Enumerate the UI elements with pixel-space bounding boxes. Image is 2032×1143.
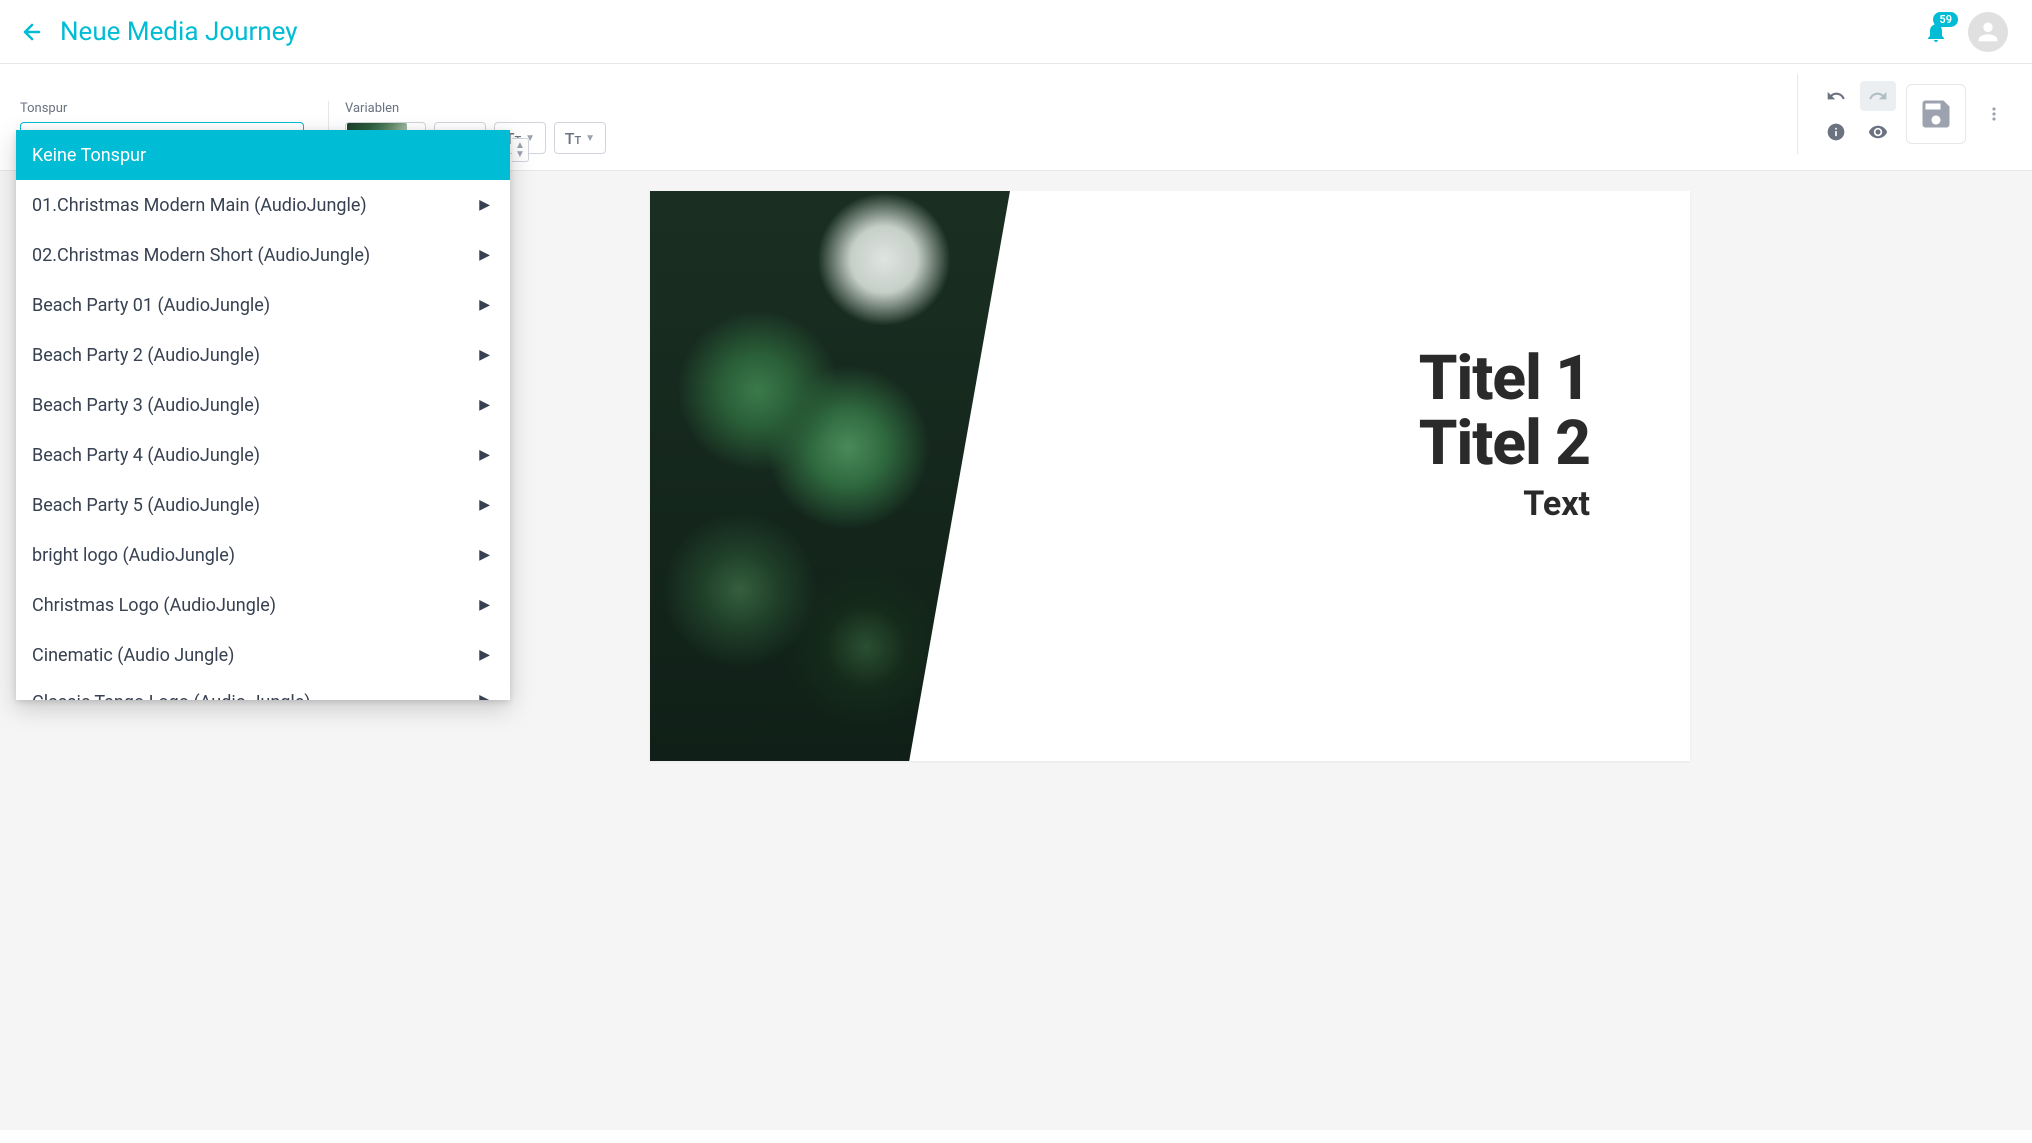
play-icon[interactable]: ▶ (479, 397, 490, 413)
undo-icon (1826, 86, 1846, 106)
arrow-left-icon (20, 20, 44, 44)
audio-track-label: Tonspur (20, 101, 304, 116)
play-icon[interactable]: ▶ (479, 297, 490, 313)
forest-image (650, 191, 1010, 761)
save-button[interactable] (1906, 84, 1966, 144)
play-icon[interactable]: ▶ (479, 647, 490, 663)
page-title: Neue Media Journey (60, 17, 298, 47)
info-button[interactable] (1818, 117, 1854, 147)
dropdown-item-label: bright logo (AudioJungle) (32, 545, 235, 566)
dropdown-item[interactable]: Beach Party 4 (AudioJungle) ▶ (16, 430, 510, 480)
play-icon[interactable]: ▶ (479, 692, 490, 700)
variables-label: Variablen (345, 101, 606, 116)
dropdown-item[interactable]: Christmas Logo (AudioJungle) ▶ (16, 580, 510, 630)
dropdown-item[interactable]: 02.Christmas Modern Short (AudioJungle) … (16, 230, 510, 280)
dropdown-item[interactable]: Classic Tango Logo (Audio Jungle) ▶ (16, 680, 510, 700)
notifications-button[interactable]: 59 (1924, 20, 1948, 44)
play-icon[interactable]: ▶ (479, 497, 490, 513)
undo-button[interactable] (1818, 81, 1854, 111)
dropdown-item-label: Beach Party 01 (AudioJungle) (32, 295, 270, 316)
dropdown-item-label: Classic Tango Logo (Audio Jungle) (32, 692, 311, 700)
redo-button (1860, 81, 1896, 111)
dropdown-item-label: Beach Party 5 (AudioJungle) (32, 495, 260, 516)
app-header: Neue Media Journey 59 (0, 0, 2032, 64)
save-icon (1918, 96, 1954, 132)
spinner-down-icon: ▼ (515, 150, 525, 159)
background-image-slot[interactable] (650, 191, 1010, 761)
user-avatar[interactable] (1968, 12, 2008, 52)
number-spinner[interactable]: ▲ ▼ (512, 138, 529, 162)
dropdown-item-label: 01.Christmas Modern Main (AudioJungle) (32, 195, 367, 216)
info-icon (1826, 122, 1846, 142)
title-2-text[interactable]: Titel 2 (1419, 411, 1590, 476)
preview-button[interactable] (1860, 117, 1896, 147)
text-variable-3-button[interactable]: TT ▼ (554, 122, 606, 154)
person-icon (1974, 18, 2002, 46)
dropdown-item-label: Beach Party 3 (AudioJungle) (32, 395, 260, 416)
chevron-down-icon: ▼ (585, 133, 595, 144)
more-options-button[interactable] (1976, 96, 2012, 132)
back-button[interactable] (20, 20, 44, 44)
dropdown-item[interactable]: Cinematic (Audio Jungle) ▶ (16, 630, 510, 680)
dropdown-item-label: Keine Tonspur (32, 145, 146, 166)
dropdown-item-label: Beach Party 4 (AudioJungle) (32, 445, 260, 466)
play-icon[interactable]: ▶ (479, 247, 490, 263)
action-buttons (1818, 81, 1896, 147)
dropdown-item[interactable]: Beach Party 2 (AudioJungle) ▶ (16, 330, 510, 380)
dropdown-item[interactable]: bright logo (AudioJungle) ▶ (16, 530, 510, 580)
text-overlay: Titel 1 Titel 2 Text (1419, 346, 1590, 524)
media-canvas[interactable]: Titel 1 Titel 2 Text (650, 191, 1690, 761)
dropdown-item[interactable]: 01.Christmas Modern Main (AudioJungle) ▶ (16, 180, 510, 230)
dropdown-item-label: Cinematic (Audio Jungle) (32, 645, 234, 666)
eye-icon (1868, 122, 1888, 142)
play-icon[interactable]: ▶ (479, 597, 490, 613)
play-icon[interactable]: ▶ (479, 447, 490, 463)
body-text[interactable]: Text (1419, 484, 1590, 524)
dropdown-item[interactable]: Beach Party 5 (AudioJungle) ▶ (16, 480, 510, 530)
play-icon[interactable]: ▶ (479, 197, 490, 213)
dropdown-item-none[interactable]: Keine Tonspur (16, 130, 510, 180)
play-icon[interactable]: ▶ (479, 347, 490, 363)
dropdown-item[interactable]: Beach Party 01 (AudioJungle) ▶ (16, 280, 510, 330)
audio-track-dropdown: Keine Tonspur 01.Christmas Modern Main (… (16, 130, 510, 700)
header-right: 59 (1924, 12, 2008, 52)
header-left: Neue Media Journey (20, 17, 298, 47)
toolbar-right (1797, 74, 2012, 154)
dropdown-item-label: Christmas Logo (AudioJungle) (32, 595, 276, 616)
redo-icon (1868, 86, 1888, 106)
more-vert-icon (1984, 104, 2004, 124)
title-1-text[interactable]: Titel 1 (1419, 346, 1590, 411)
dropdown-item-label: 02.Christmas Modern Short (AudioJungle) (32, 245, 370, 266)
play-icon[interactable]: ▶ (479, 547, 490, 563)
dropdown-item[interactable]: Beach Party 3 (AudioJungle) ▶ (16, 380, 510, 430)
text-size-icon: TT (565, 129, 581, 148)
notification-count-badge: 59 (1933, 12, 1958, 27)
dropdown-item-label: Beach Party 2 (AudioJungle) (32, 345, 260, 366)
